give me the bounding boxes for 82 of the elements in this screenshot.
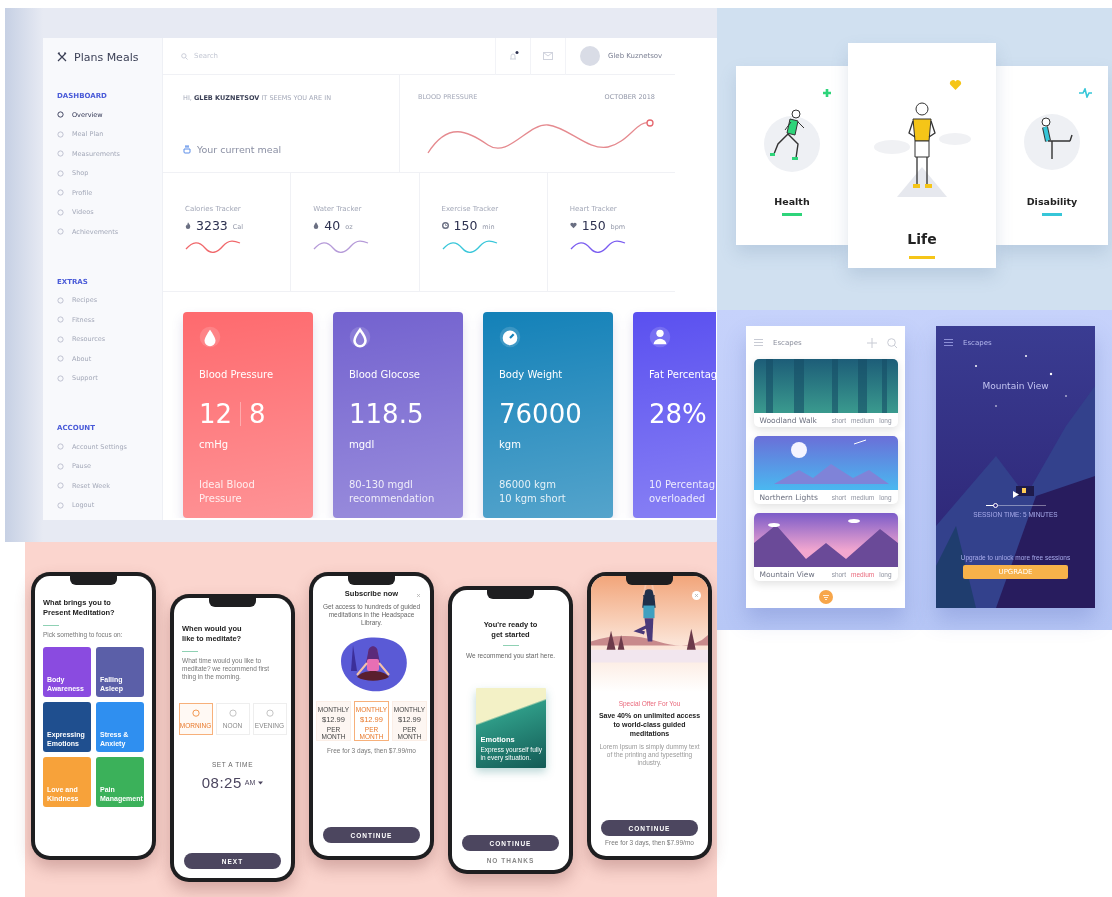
stat-unit: cmHg	[199, 439, 230, 452]
stat-title: Blood Pressure	[199, 369, 275, 380]
time-value: 08:25	[201, 774, 242, 791]
plan-label: Life	[907, 231, 937, 247]
drop-icon	[349, 326, 371, 348]
plan-card[interactable]: Health	[736, 66, 848, 245]
caret-icon[interactable]	[258, 780, 264, 785]
search-icon[interactable]	[887, 337, 897, 348]
stat-value: 8	[249, 399, 266, 429]
utensils-icon	[57, 52, 67, 62]
slider-thumb[interactable]	[993, 503, 999, 508]
filter-button[interactable]	[818, 590, 833, 604]
filter-icon	[822, 594, 829, 600]
stat-value: 12	[199, 399, 233, 429]
circle-icon	[57, 482, 64, 490]
mail-icon[interactable]	[543, 52, 553, 60]
stat-value: 28%	[649, 399, 707, 429]
circle-icon	[57, 228, 64, 236]
stat-note: 80-130 mgdl recommendation	[349, 478, 436, 506]
meal-icon	[183, 145, 191, 154]
plan-label: Health	[774, 196, 810, 207]
circle-icon	[57, 130, 64, 138]
tracker-value: 150	[453, 218, 478, 233]
close-icon[interactable]	[414, 591, 423, 600]
sun-icon	[190, 708, 201, 717]
current-meal-label: Your current meal	[197, 144, 282, 155]
tracker-value: 150	[581, 218, 606, 233]
moon-icon	[264, 708, 275, 717]
plan-card[interactable]: Disability	[996, 66, 1108, 245]
plus-icon[interactable]	[867, 337, 877, 348]
brand-name: Plans Meals	[74, 50, 139, 64]
plan-card[interactable]: Life	[848, 43, 996, 268]
circle-icon	[57, 335, 64, 343]
phone-notch	[487, 590, 534, 599]
flame-icon	[185, 221, 191, 230]
stat-title: Body Weight	[499, 369, 564, 380]
close-icon[interactable]	[692, 591, 701, 600]
clock-icon	[441, 222, 449, 229]
search-icon	[181, 52, 188, 60]
circle-icon	[57, 374, 64, 382]
phone-notch	[626, 576, 673, 585]
circle-icon	[57, 296, 64, 304]
avatar[interactable]	[580, 46, 600, 66]
person-icon	[649, 326, 671, 348]
circle-icon	[57, 501, 64, 509]
stat-value: 118.5	[349, 399, 424, 429]
stat-note: Ideal Blood Pressure	[199, 478, 256, 506]
circle-icon	[57, 316, 64, 324]
stat-title: Blood Glocose	[349, 369, 422, 380]
phone-notch	[70, 576, 117, 585]
stat-unit: mgdl	[349, 439, 376, 452]
plus-icon	[822, 88, 832, 98]
drop-icon	[199, 326, 221, 348]
drop-icon	[313, 221, 320, 230]
circle-icon	[57, 208, 64, 216]
circle-icon	[57, 355, 64, 363]
heart-icon	[569, 222, 577, 229]
stat-value: 76000	[499, 399, 582, 429]
menu-icon[interactable]	[754, 339, 763, 346]
heart-icon	[949, 79, 962, 90]
circle-icon	[57, 189, 64, 197]
circle-icon	[57, 111, 64, 119]
stat-unit: kgm	[499, 439, 522, 452]
stat-note: 10 Percentag overloaded	[649, 478, 716, 506]
bell-icon[interactable]	[507, 51, 519, 61]
circle-icon	[57, 443, 64, 451]
scene-title: Mountain View	[981, 381, 1050, 391]
play-icon[interactable]	[1012, 491, 1019, 498]
circle-icon	[57, 169, 64, 177]
tracker-value: 40	[324, 218, 341, 233]
circle-icon	[57, 150, 64, 158]
noon-icon	[227, 708, 238, 717]
menu-icon[interactable]	[944, 339, 953, 346]
pulse-icon	[1079, 88, 1092, 98]
phone-notch	[348, 576, 395, 585]
stat-note: 86000 kgm 10 kgm short	[499, 478, 567, 506]
plan-label: Disability	[1026, 196, 1078, 207]
gauge-icon	[499, 326, 521, 348]
stat-title: Fat Percentag	[649, 369, 716, 380]
tracker-value: 3233	[196, 218, 228, 233]
circle-icon	[57, 462, 64, 470]
phone-notch	[209, 598, 256, 607]
